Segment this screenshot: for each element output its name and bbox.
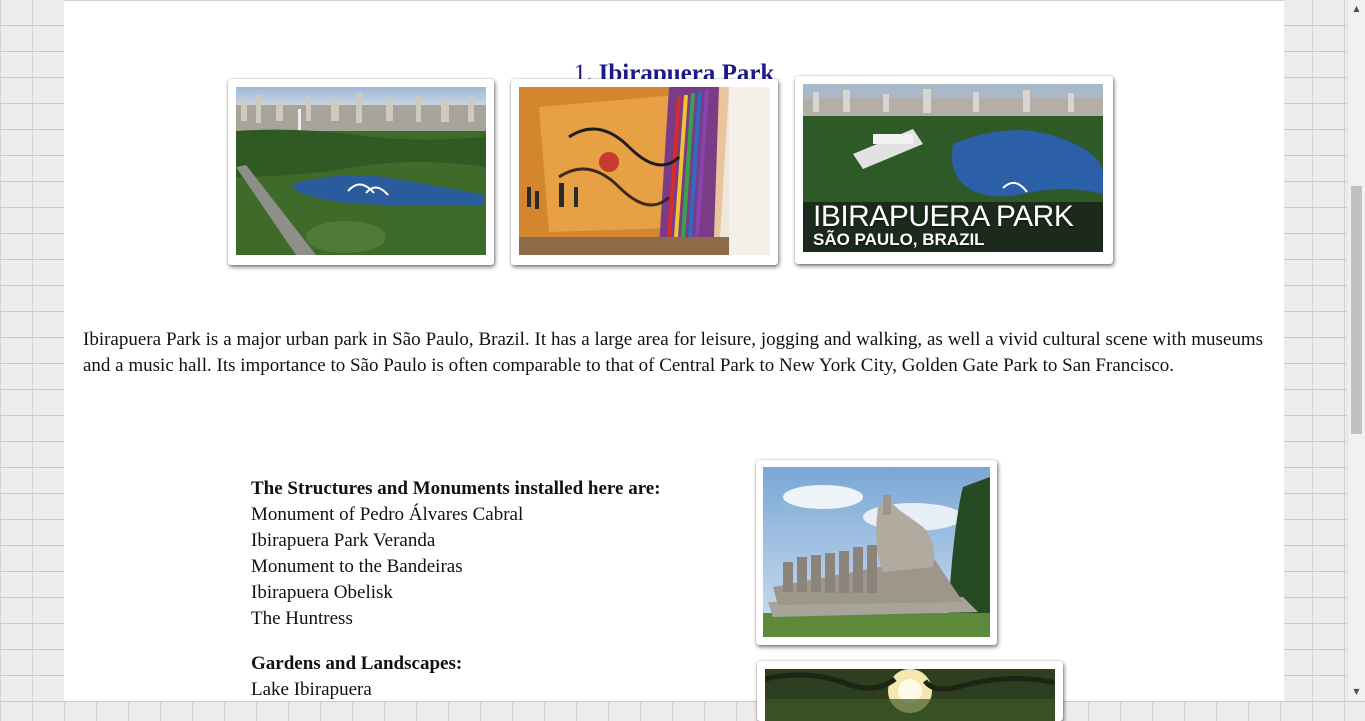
structure-item: Monument to the Bandeiras [251, 556, 463, 577]
park-description: Ibirapuera Park is a major urban park in… [83, 329, 1263, 376]
monument-image [763, 467, 990, 637]
scroll-up-icon[interactable]: ▲ [1348, 0, 1365, 17]
photo-mural[interactable] [511, 79, 778, 265]
gardens-list: Gardens and Landscapes: Lake Ibirapuera [251, 651, 462, 703]
structure-item: Ibirapuera Obelisk [251, 582, 393, 603]
aerial-park-image [236, 87, 486, 255]
banner-overlay-subtitle: SÃO PAULO, BRAZIL [813, 230, 985, 249]
structure-item: Ibirapuera Park Veranda [251, 530, 436, 551]
structure-item: Monument of Pedro Álvares Cabral [251, 504, 524, 525]
banner-overlay-title: IBIRAPUERA PARK [813, 200, 1074, 233]
structures-heading: The Structures and Monuments installed h… [251, 478, 661, 499]
structures-list: The Structures and Monuments installed h… [251, 476, 661, 632]
photo-aerial-park[interactable] [228, 79, 494, 265]
photo-monument-bandeiras[interactable] [756, 460, 997, 645]
gardens-heading: Gardens and Landscapes: [251, 653, 463, 674]
scrollbar-thumb[interactable] [1351, 186, 1362, 434]
content-page: 1. Ibirapuera Park IBIRAPUERA PARK SÃO P… [64, 0, 1284, 721]
garden-item: Lake Ibirapuera [251, 679, 372, 700]
garden-image [765, 669, 1055, 721]
scroll-down-icon[interactable]: ▼ [1348, 683, 1365, 700]
photo-lake-garden[interactable] [757, 661, 1063, 721]
page-scrollbar[interactable]: ▲ ▼ [1347, 0, 1365, 700]
photo-ibirapuera-banner[interactable]: IBIRAPUERA PARK SÃO PAULO, BRAZIL [795, 76, 1113, 264]
ibirapuera-banner-image: IBIRAPUERA PARK SÃO PAULO, BRAZIL [803, 84, 1103, 252]
structure-item: The Huntress [251, 608, 353, 629]
mural-image [519, 87, 770, 255]
